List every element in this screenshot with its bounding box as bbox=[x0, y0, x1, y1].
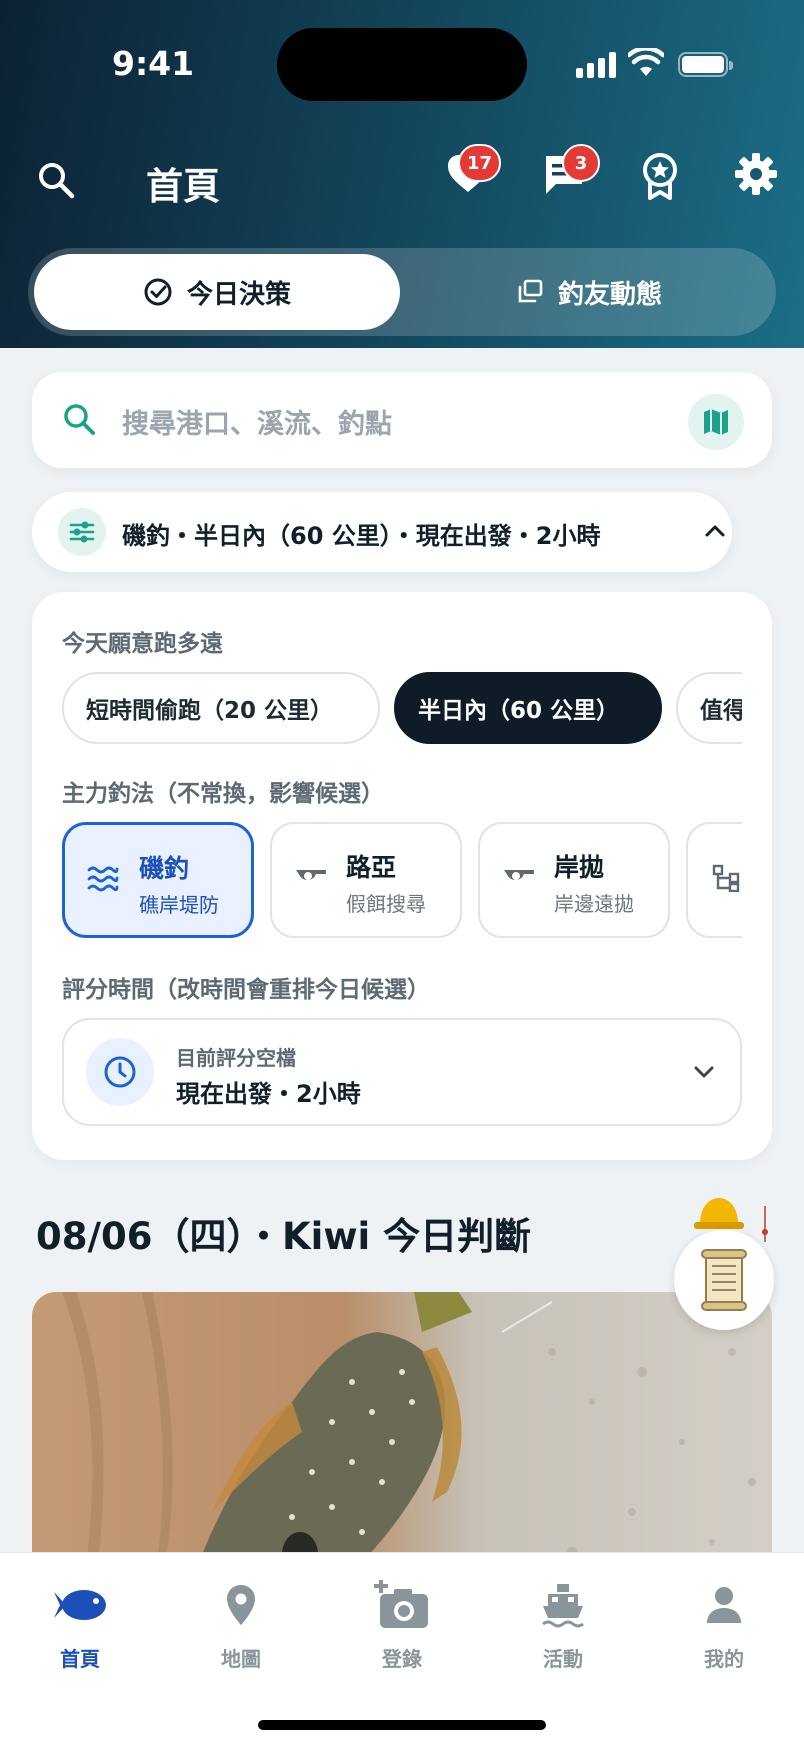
tab-today-decision-label: 今日決策 bbox=[186, 279, 291, 310]
mascot-scroll-bubble bbox=[674, 1230, 774, 1330]
scoring-time-select[interactable]: 目前評分空檔 現在出發・2小時 bbox=[62, 1018, 742, 1126]
add-photo-icon bbox=[374, 1580, 428, 1628]
favorites-button[interactable]: 17 bbox=[446, 144, 502, 202]
map-pin-icon bbox=[227, 1585, 255, 1625]
filter-summary-toggle[interactable]: 磯釣・半日內（60 公里）・現在出發・2小時 bbox=[32, 492, 732, 572]
distance-chip-60km[interactable]: 半日內（60 公里） bbox=[394, 672, 662, 744]
map-icon bbox=[704, 409, 728, 435]
distance-options: 短時間偷跑（20 公里） 半日內（60 公里） 值得 bbox=[62, 672, 742, 746]
method-card-shore-casting[interactable]: 岸拋 岸邊遠拋 bbox=[478, 822, 670, 938]
app-header: 9:41 首頁 17 3 今日決策 釣友動態 bbox=[0, 0, 804, 348]
method-title: 路亞 bbox=[346, 853, 397, 882]
nav-home-label: 首頁 bbox=[60, 1647, 100, 1671]
view-segment: 今日決策 釣友動態 bbox=[28, 248, 776, 336]
gear-icon[interactable] bbox=[734, 152, 778, 196]
nav-log-catch-label: 登錄 bbox=[382, 1647, 422, 1671]
spot-search-input[interactable]: 搜尋港口、溪流、釣點 bbox=[32, 372, 772, 468]
search-placeholder: 搜尋港口、溪流、釣點 bbox=[122, 409, 392, 440]
method-card-more[interactable] bbox=[686, 822, 742, 938]
distance-section-label: 今天願意跑多遠 bbox=[62, 631, 223, 657]
kiwi-mascot-button[interactable] bbox=[672, 1196, 776, 1330]
distance-chip-20km[interactable]: 短時間偷跑（20 公里） bbox=[62, 672, 380, 744]
scoring-time-value: 現在出發・2小時 bbox=[176, 1080, 361, 1108]
home-indicator[interactable] bbox=[258, 1720, 546, 1730]
favorites-badge: 17 bbox=[458, 144, 502, 182]
page-title: 首頁 bbox=[146, 165, 220, 208]
stack-icon bbox=[518, 279, 543, 303]
tab-angler-feed-label: 釣友動態 bbox=[557, 279, 662, 310]
method-subtitle: 礁岸堤防 bbox=[139, 893, 219, 917]
award-icon[interactable] bbox=[640, 152, 680, 200]
nav-map[interactable]: 地圖 bbox=[181, 1577, 301, 1672]
method-title: 磯釣 bbox=[139, 854, 190, 883]
distance-chip-worth-it[interactable]: 值得 bbox=[676, 672, 742, 744]
fish-photo-image bbox=[62, 1292, 756, 1592]
chevron-down-icon bbox=[694, 1066, 714, 1078]
checklist-scroll-icon bbox=[701, 1249, 747, 1311]
mascot-hat-icon bbox=[694, 1198, 744, 1229]
map-view-button[interactable] bbox=[688, 394, 744, 450]
dynamic-island bbox=[277, 28, 527, 101]
method-section-label: 主力釣法（不常換，影響候選） bbox=[62, 781, 384, 807]
filter-summary-text: 磯釣・半日內（60 公里）・現在出發・2小時 bbox=[122, 522, 601, 550]
status-time: 9:41 bbox=[112, 44, 195, 83]
person-icon bbox=[707, 1587, 741, 1623]
method-options: 磯釣 礁岸堤防 路亞 假餌搜尋 岸拋 岸邊遠拋 bbox=[62, 822, 742, 940]
check-circle-icon bbox=[144, 278, 172, 306]
nav-profile-label: 我的 bbox=[704, 1647, 744, 1671]
catch-photo[interactable] bbox=[32, 1292, 772, 1592]
nav-profile[interactable]: 我的 bbox=[664, 1577, 784, 1672]
boat-icon bbox=[542, 1584, 584, 1628]
scoring-time-card-label: 目前評分空檔 bbox=[176, 1046, 296, 1070]
nav-map-label: 地圖 bbox=[221, 1647, 261, 1671]
method-subtitle: 岸邊遠拋 bbox=[554, 892, 634, 916]
lure-icon bbox=[296, 870, 326, 881]
method-subtitle: 假餌搜尋 bbox=[346, 892, 426, 916]
nav-activities[interactable]: 活動 bbox=[503, 1577, 623, 1672]
nav-activities-label: 活動 bbox=[543, 1647, 583, 1671]
chevron-up-icon bbox=[705, 525, 725, 537]
clock-icon bbox=[86, 1038, 154, 1106]
nav-log-catch[interactable]: 登錄 bbox=[342, 1577, 462, 1672]
hierarchy-icon bbox=[712, 864, 740, 892]
fish-icon bbox=[54, 1590, 106, 1620]
scoring-time-section-label: 評分時間（改時間會重排今日候選） bbox=[62, 977, 430, 1003]
bottom-navigation: 首頁 地圖 登錄 活動 我的 bbox=[0, 1552, 804, 1748]
nav-home[interactable]: 首頁 bbox=[20, 1577, 140, 1672]
lure-icon bbox=[504, 870, 534, 881]
filter-sliders-icon bbox=[58, 508, 106, 556]
waves-icon bbox=[87, 866, 119, 892]
messages-badge: 3 bbox=[562, 144, 600, 182]
search-icon[interactable] bbox=[36, 160, 76, 200]
battery-icon bbox=[678, 52, 733, 77]
tab-today-decision[interactable]: 今日決策 bbox=[34, 254, 400, 330]
method-card-rock-fishing[interactable]: 磯釣 礁岸堤防 bbox=[62, 822, 254, 938]
method-title: 岸拋 bbox=[554, 853, 605, 882]
cellular-signal-icon bbox=[576, 52, 616, 78]
fishing-float-icon bbox=[762, 1206, 768, 1242]
decision-filters-panel: 今天願意跑多遠 短時間偷跑（20 公里） 半日內（60 公里） 值得 主力釣法（… bbox=[32, 592, 772, 1160]
search-icon bbox=[64, 404, 95, 435]
wifi-icon bbox=[628, 48, 664, 76]
tab-angler-feed[interactable]: 釣友動態 bbox=[408, 254, 770, 330]
method-card-lure[interactable]: 路亞 假餌搜尋 bbox=[270, 822, 462, 938]
messages-button[interactable]: 3 bbox=[542, 144, 600, 200]
daily-judgement-heading: 08/06（四）・Kiwi 今日判斷 bbox=[36, 1215, 532, 1258]
